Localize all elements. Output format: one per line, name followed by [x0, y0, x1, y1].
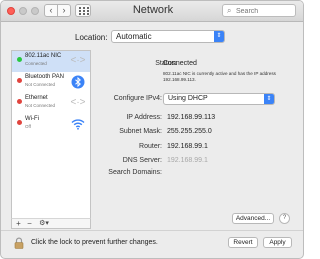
service-item-bluetooth-pan[interactable]: Bluetooth PAN Not Connected: [12, 72, 90, 93]
subnet-mask-label: Subnet Mask:: [119, 128, 162, 135]
updown-arrows-icon: ⇕: [264, 94, 274, 104]
dns-server-label: DNS Server:: [122, 157, 162, 164]
revert-button[interactable]: Revert: [228, 237, 258, 248]
router-label: Router:: [139, 143, 162, 150]
service-list: 802.11ac NIC Connected <·> Bluetooth PAN…: [11, 50, 91, 229]
status-dot-red: [17, 99, 22, 104]
minimize-button[interactable]: [19, 7, 27, 15]
configure-ipv4-value: Using DHCP: [168, 95, 208, 102]
configure-ipv4-select[interactable]: Using DHCP ⇕: [163, 93, 275, 105]
window-title: Network: [132, 4, 174, 16]
network-preferences-window: ‹ › Network ⌕ Location: Automatic ⇕ 802.…: [0, 0, 304, 259]
service-list-toolbar: + − ⚙▾: [11, 218, 91, 229]
ethernet-arrows-icon: <·>: [70, 55, 86, 66]
help-button[interactable]: ?: [279, 213, 290, 224]
lock-icon[interactable]: [13, 236, 25, 249]
service-name: 802.11ac NIC: [25, 53, 62, 59]
dns-server-value: 192.168.99.1: [167, 157, 208, 164]
show-all-button[interactable]: [75, 4, 91, 17]
search-domains-label: Search Domains:: [108, 169, 162, 176]
location-select[interactable]: Automatic ⇕: [111, 30, 225, 43]
status-description: 802.11ac NIC is currently active and has…: [163, 71, 276, 82]
status-dot-green: [17, 57, 22, 62]
updown-arrows-icon: ⇕: [214, 31, 224, 42]
service-name: Ethernet: [25, 95, 48, 101]
service-name: Bluetooth PAN: [25, 74, 64, 80]
gear-menu-button[interactable]: ⚙▾: [36, 219, 52, 228]
chevron-right-icon: ›: [62, 5, 66, 15]
service-status: Not Connected: [25, 103, 56, 108]
ip-address-label: IP Address:: [126, 114, 162, 121]
configure-ipv4-label: Configure IPv4:: [113, 95, 162, 102]
status-value: Connected: [163, 60, 197, 67]
title-bar: ‹ › Network ⌕: [1, 1, 303, 22]
ip-address-value: 192.168.99.113: [167, 114, 216, 121]
service-name: Wi-Fi: [25, 116, 39, 122]
service-item-wi-fi[interactable]: Wi-Fi Off: [12, 114, 90, 135]
location-label: Location:: [75, 33, 108, 42]
service-status: Off: [25, 124, 31, 129]
search-icon: ⌕: [227, 6, 232, 15]
close-button[interactable]: [7, 7, 15, 15]
grid-icon: [79, 7, 81, 9]
zoom-button[interactable]: [31, 7, 39, 15]
location-value: Automatic: [116, 32, 152, 41]
search-field[interactable]: ⌕: [222, 4, 296, 17]
status-dot-red: [17, 120, 22, 125]
remove-service-button[interactable]: −: [25, 219, 34, 228]
router-value: 192.168.99.1: [167, 143, 208, 150]
service-item-802-11ac-nic[interactable]: 802.11ac NIC Connected <·>: [12, 51, 90, 72]
subnet-mask-value: 255.255.255.0: [167, 128, 212, 135]
divider: [1, 230, 303, 231]
search-input[interactable]: [236, 6, 294, 16]
advanced-button[interactable]: Advanced...: [232, 213, 274, 224]
lock-message: Click the lock to prevent further change…: [31, 239, 158, 246]
status-dot-red: [17, 78, 22, 83]
add-service-button[interactable]: +: [14, 219, 23, 228]
back-button[interactable]: ‹: [44, 4, 58, 17]
service-status: Not Connected: [25, 82, 56, 87]
bluetooth-icon: [70, 75, 86, 89]
forward-button[interactable]: ›: [57, 4, 71, 17]
apply-button[interactable]: Apply: [263, 237, 292, 248]
service-item-ethernet[interactable]: Ethernet Not Connected <·>: [12, 93, 90, 114]
service-status: Connected: [25, 61, 47, 66]
chevron-left-icon: ‹: [49, 5, 53, 15]
